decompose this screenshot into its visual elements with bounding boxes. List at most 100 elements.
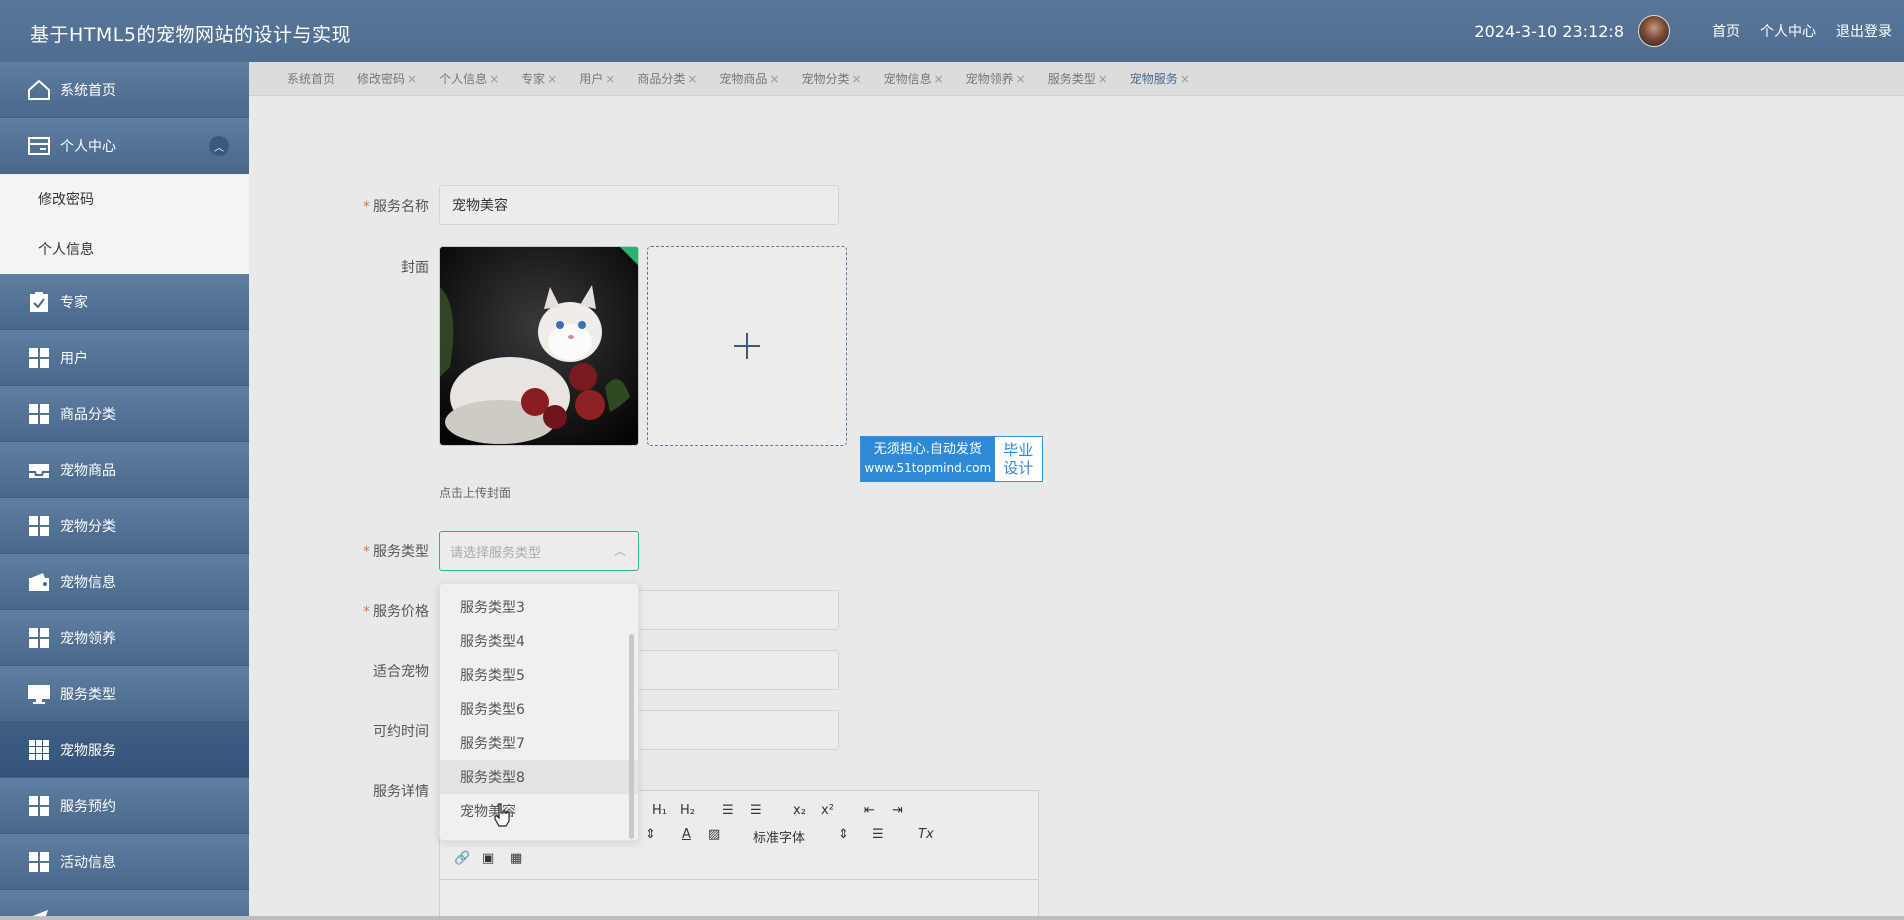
sidebar-item-pet-adoption[interactable]: 宠物领养 [0,610,249,666]
close-icon[interactable]: × [489,72,499,86]
grid9-icon [26,738,52,762]
link-icon[interactable]: 🔗 [454,851,470,866]
tab-pet-info[interactable]: 宠物信息 × [884,70,944,87]
indent-icon[interactable]: ⇥ [892,803,903,818]
tab-pet-category[interactable]: 宠物分类 × [801,70,861,87]
close-icon[interactable]: × [407,72,417,86]
plus-icon [734,333,760,359]
dropdown-option[interactable]: 服务类型7 [440,726,638,760]
sidebar-subitem-personal-info[interactable]: 个人信息 [0,224,249,274]
superscript-button[interactable]: x² [821,803,834,818]
tab-change-password[interactable]: 修改密码 × [357,70,417,87]
sidebar: 系统首页 个人中心 ︿ 修改密码 个人信息 专家 用户 商品分类 宠物商品 宠物… [0,62,249,920]
dropdown-scrollbar[interactable] [629,634,634,839]
tab-pet-service[interactable]: 宠物服务 × [1130,70,1190,87]
close-icon[interactable]: × [934,72,944,86]
header-right: 2024-3-10 23:12:8 首页 个人中心 退出登录 [1474,0,1892,62]
tab-label: 个人信息 [439,72,488,86]
dropdown-option[interactable]: 宠物美容 [440,794,638,828]
grid-icon [26,794,52,818]
grid-icon [26,626,52,650]
font-color-icon[interactable]: A [682,827,691,842]
label-text: 服务类型 [373,544,429,560]
sidebar-item-label: 个人中心 [60,138,116,155]
close-icon[interactable]: × [1016,72,1026,86]
close-icon[interactable]: × [1180,72,1190,86]
select-placeholder: 请选择服务类型 [450,545,542,561]
tab-label: 系统首页 [287,72,336,86]
grid-icon [26,402,52,426]
close-icon[interactable]: × [1098,72,1108,86]
suitable-pets-label: 适合宠物 [373,664,429,680]
dropdown-option[interactable]: 服务类型8 [440,760,638,794]
tab-service-type[interactable]: 服务类型 × [1048,70,1108,87]
ordered-list-icon[interactable]: ☰ [722,803,734,818]
chevron-up-icon[interactable]: ︿ [209,136,229,156]
sidebar-item-pet-category[interactable]: 宠物分类 [0,498,249,554]
dropdown-option[interactable]: 服务类型4 [440,624,638,658]
tab-pet-adoption[interactable]: 宠物领养 × [966,70,1026,87]
close-icon[interactable]: × [547,72,557,86]
dropdown-option[interactable]: 服务类型3 [440,590,638,624]
size-select-arrow-icon[interactable]: ⇕ [645,827,656,842]
home-link[interactable]: 首页 [1712,21,1740,41]
outdent-icon[interactable]: ⇤ [864,803,875,818]
dropdown-option[interactable]: 服务类型6 [440,692,638,726]
font-select[interactable]: 标准字体 [753,827,805,846]
logout-link[interactable]: 退出登录 [1836,21,1892,41]
tab-personal-info[interactable]: 个人信息 × [439,70,499,87]
service-type-label: * 服务类型 [329,541,429,561]
tab-pet-products[interactable]: 宠物商品 × [719,70,779,87]
tab-system-home[interactable]: 系统首页 [287,70,335,87]
close-icon[interactable]: × [687,72,697,86]
label-text: 服务名称 [373,199,429,215]
tab-product-category[interactable]: 商品分类 × [637,70,697,87]
cover-upload-tip: 点击上传封面 [439,486,512,500]
close-icon[interactable]: × [769,72,779,86]
cover-image[interactable] [439,246,639,446]
bullet-list-icon[interactable]: ☰ [750,803,762,818]
close-icon[interactable]: × [605,72,615,86]
sidebar-item-pet-products[interactable]: 宠物商品 [0,442,249,498]
sidebar-item-home[interactable]: 系统首页 [0,62,249,118]
subscript-button[interactable]: x₂ [793,803,806,818]
dropdown-option[interactable]: 服务类型5 [440,658,638,692]
image-icon[interactable]: ▣ [482,851,494,866]
font-select-arrow-icon[interactable]: ⇕ [838,827,849,842]
sidebar-subitem-change-password[interactable]: 修改密码 [0,174,249,224]
hand-cursor-icon [494,803,510,827]
close-icon[interactable]: × [852,72,862,86]
heading2-button[interactable]: H₂ [680,803,695,818]
promo-url: www.51topmind.com [864,461,992,475]
service-name-label: * 服务名称 [329,196,429,216]
align-icon[interactable]: ☰ [872,827,884,842]
sidebar-item-pet-service[interactable]: 宠物服务 [0,722,249,778]
sidebar-item-experts[interactable]: 专家 [0,274,249,330]
tab-label: 宠物分类 [801,72,850,86]
background-color-icon[interactable]: ▨ [708,827,720,842]
available-time-label: 可约时间 [373,724,429,740]
sidebar-item-label: 服务预约 [60,798,116,815]
tab-experts[interactable]: 专家 × [521,70,557,87]
sidebar-item-label: 专家 [60,294,88,311]
card-icon [26,134,52,158]
inbox-icon [26,458,52,482]
clear-format-icon[interactable]: Tx [918,827,934,842]
sidebar-item-activity-info[interactable]: 活动信息 [0,834,249,890]
sidebar-item-personal-center[interactable]: 个人中心 ︿ [0,118,249,174]
upload-cover-button[interactable] [647,246,847,446]
heading1-button[interactable]: H₁ [652,803,667,818]
sidebar-item-pet-info[interactable]: 宠物信息 [0,554,249,610]
sidebar-item-users[interactable]: 用户 [0,330,249,386]
sidebar-item-product-category[interactable]: 商品分类 [0,386,249,442]
service-name-input[interactable]: 宠物美容 [439,185,839,225]
video-icon[interactable]: ▦ [510,851,522,866]
sidebar-item-service-type[interactable]: 服务类型 [0,666,249,722]
avatar[interactable] [1638,15,1670,47]
bottom-scrollbar[interactable] [0,916,1904,920]
sidebar-item-service-booking[interactable]: 服务预约 [0,778,249,834]
tab-users[interactable]: 用户 × [579,70,615,87]
service-type-select[interactable]: 请选择服务类型 ︿ [439,531,639,571]
profile-link[interactable]: 个人中心 [1760,21,1816,41]
sidebar-item-label: 宠物商品 [60,462,116,479]
